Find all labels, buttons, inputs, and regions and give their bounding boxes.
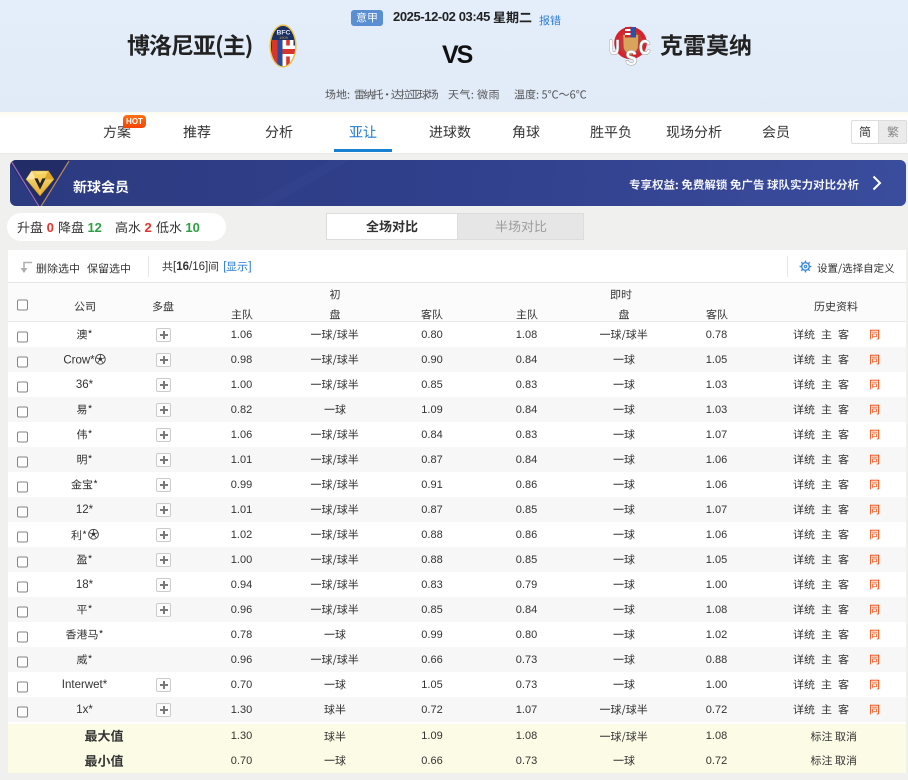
svg-text:S: S bbox=[626, 47, 638, 70]
svg-text:U: U bbox=[609, 37, 620, 60]
svg-text:C: C bbox=[639, 37, 651, 60]
svg-text:1909: 1909 bbox=[279, 35, 289, 40]
